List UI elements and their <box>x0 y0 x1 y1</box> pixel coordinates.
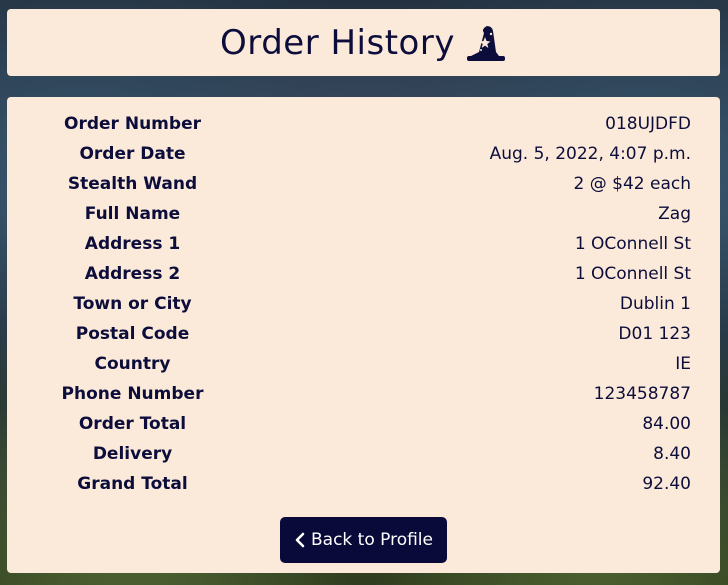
detail-label: Phone Number <box>61 384 204 404</box>
wizard-hat-icon <box>465 23 507 63</box>
detail-value: 84.00 <box>642 414 691 434</box>
detail-value: D01 123 <box>618 324 691 344</box>
detail-row-phone-number: Phone Number 123458787 <box>7 379 720 409</box>
header-panel: Order History <box>7 9 720 76</box>
detail-row-full-name: Full Name Zag <box>7 199 720 229</box>
detail-label: Delivery <box>92 444 173 464</box>
detail-label: Order Number <box>64 114 201 134</box>
detail-label: Order Date <box>79 144 186 164</box>
detail-value: 92.40 <box>642 474 691 494</box>
detail-value: Dublin 1 <box>619 294 691 314</box>
order-details-panel: Order Number 018UJDFD Order Date Aug. 5,… <box>7 97 720 573</box>
detail-value: Aug. 5, 2022, 4:07 p.m. <box>489 144 691 164</box>
detail-label: Grand Total <box>77 474 188 494</box>
detail-label: Country <box>94 354 171 374</box>
title-wrap: Order History <box>220 23 507 63</box>
detail-value: 8.40 <box>653 444 691 464</box>
detail-row-postal-code: Postal Code D01 123 <box>7 319 720 349</box>
detail-value: 1 OConnell St <box>574 234 691 254</box>
detail-label: Stealth Wand <box>67 174 198 194</box>
detail-row-order-date: Order Date Aug. 5, 2022, 4:07 p.m. <box>7 139 720 169</box>
detail-row-address-2: Address 2 1 OConnell St <box>7 259 720 289</box>
detail-row-order-number: Order Number 018UJDFD <box>7 109 720 139</box>
back-to-profile-label: Back to Profile <box>310 530 433 550</box>
detail-row-delivery: Delivery 8.40 <box>7 439 720 469</box>
detail-label: Address 2 <box>84 264 181 284</box>
detail-value: Zag <box>658 204 691 224</box>
detail-label: Address 1 <box>84 234 181 254</box>
detail-row-grand-total: Grand Total 92.40 <box>7 469 720 499</box>
detail-label: Town or City <box>73 294 192 314</box>
back-to-profile-button[interactable]: Back to Profile <box>280 517 447 563</box>
detail-value: 018UJDFD <box>605 114 691 134</box>
detail-label: Order Total <box>78 414 187 434</box>
detail-row-line-item: Stealth Wand 2 @ $42 each <box>7 169 720 199</box>
order-details-table: Order Number 018UJDFD Order Date Aug. 5,… <box>7 109 720 499</box>
detail-value: 1 OConnell St <box>574 264 691 284</box>
detail-row-address-1: Address 1 1 OConnell St <box>7 229 720 259</box>
detail-value: 123458787 <box>593 384 691 404</box>
detail-label: Postal Code <box>75 324 190 344</box>
chevron-left-icon <box>294 532 306 548</box>
detail-value: IE <box>675 354 691 374</box>
detail-label: Full Name <box>84 204 181 224</box>
detail-value: 2 @ $42 each <box>573 174 691 194</box>
detail-row-country: Country IE <box>7 349 720 379</box>
detail-row-order-total: Order Total 84.00 <box>7 409 720 439</box>
page-title: Order History <box>220 22 455 63</box>
detail-row-town-or-city: Town or City Dublin 1 <box>7 289 720 319</box>
